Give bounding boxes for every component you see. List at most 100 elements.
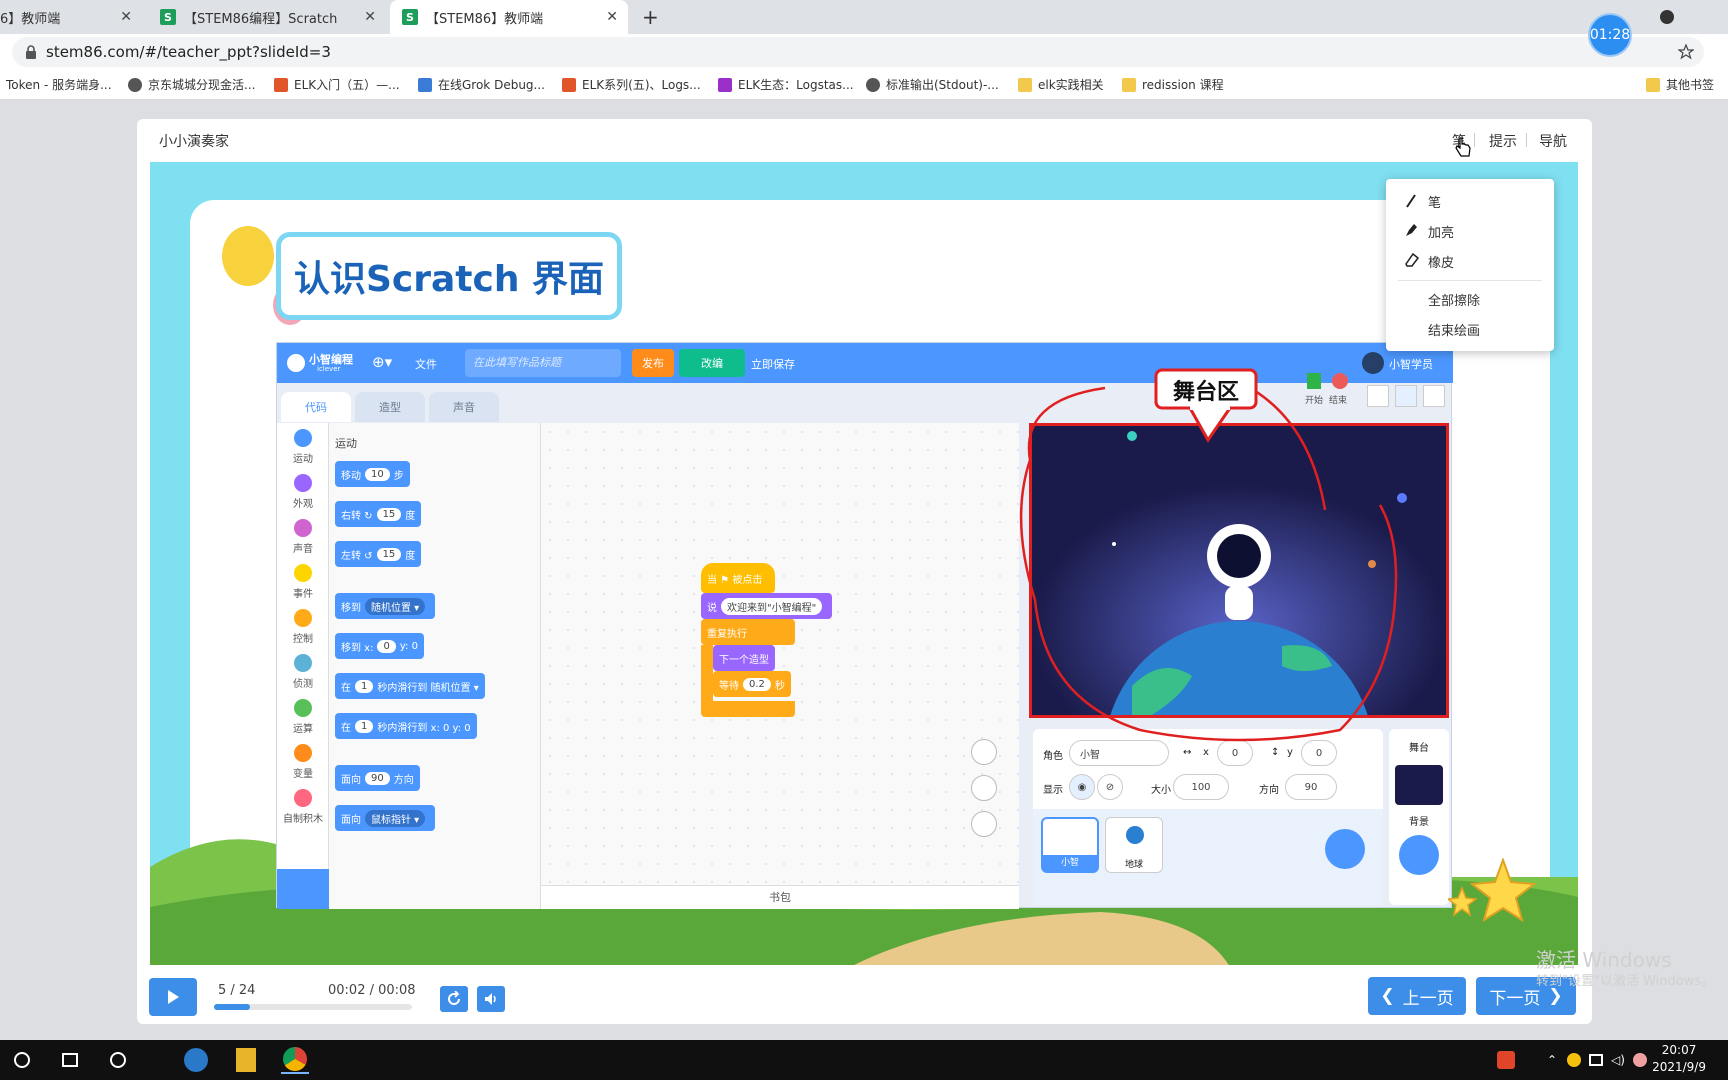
task-view-icon <box>62 1053 78 1067</box>
taskbar: ⌃ ◁) 20:07 2021/9/9 <box>0 1040 1728 1080</box>
replay-icon <box>448 991 460 1005</box>
bookmark-label: ELK入门（五）—... <box>294 78 400 92</box>
app-button[interactable] <box>182 1046 210 1074</box>
start-button[interactable] <box>8 1046 36 1074</box>
bookmark-label: Token - 服务端身... <box>6 78 112 92</box>
category-label: 变量 <box>293 769 313 780</box>
scratch-brand-sub: iclever <box>317 365 341 373</box>
category-label: 侦测 <box>293 679 313 690</box>
bookmark-folder[interactable]: elk实践相关 <box>1018 76 1104 93</box>
menu-item-end-drawing[interactable]: 结束绘画 <box>1428 320 1480 339</box>
bookmark-item[interactable]: ELK系列(五)、Logs... <box>562 76 701 93</box>
star-icon[interactable] <box>1678 44 1694 60</box>
block-text: 移到 x: <box>341 642 374 654</box>
block-text: 秒内滑行到 x: 0 y: 0 <box>377 722 471 734</box>
motion-block: 面向 90 方向 <box>335 765 420 791</box>
forever-block-arm <box>701 645 713 701</box>
block-text: 秒内滑行到 随机位置 ▾ <box>377 682 479 694</box>
zoom-reset-icon <box>971 811 997 837</box>
browser-app-icon <box>184 1048 208 1072</box>
divider <box>1526 133 1527 147</box>
bookmark-item[interactable]: Token - 服务端身... <box>6 76 112 93</box>
menu-item-pen[interactable]: 笔 <box>1428 192 1441 211</box>
task-view-button[interactable] <box>56 1046 84 1074</box>
block-text: 度 <box>405 550 416 562</box>
bookmarks-bar: Token - 服务端身... 京东城城分现金活... ELK入门（五）—...… <box>0 70 1728 100</box>
close-icon[interactable]: ✕ <box>120 9 132 25</box>
bookmark-folder[interactable]: redission 课程 <box>1122 76 1224 93</box>
globe-icon <box>866 77 880 92</box>
backdrop-label: 背景 <box>1409 817 1429 828</box>
motion-block: 移动 10 步 <box>335 461 410 487</box>
x-axis-icon: ↔ <box>1183 747 1192 758</box>
say-block: 说欢迎来到"小智编程" <box>701 593 833 619</box>
page-counter: 5 / 24 <box>218 983 256 998</box>
sprite-x-field: 0 <box>1217 740 1253 766</box>
close-icon[interactable]: ✕ <box>606 9 618 25</box>
folder-icon <box>1646 77 1660 92</box>
scratch-publish-button: 发布 <box>632 349 674 377</box>
scratch-tabs: 代码 造型 声音 <box>277 383 537 423</box>
taskbar-clock[interactable]: 20:07 2021/9/9 <box>1652 1042 1706 1076</box>
stop-label: 结束 <box>1329 396 1348 406</box>
progress-bar[interactable] <box>214 1004 412 1010</box>
menu-item-eraser[interactable]: 橡皮 <box>1428 252 1454 271</box>
tray-app-button[interactable] <box>1492 1046 1520 1074</box>
browser-tab-2[interactable]: S 【STEM86编程】Scratch ✕ <box>160 0 386 34</box>
bookmark-item[interactable]: 京东城城分现金活... <box>128 76 255 93</box>
bookmark-item[interactable]: ELK入门（五）—... <box>274 76 400 93</box>
category-dot <box>294 474 312 492</box>
chevron-right-icon: ❯ <box>1548 986 1563 1006</box>
replay-button[interactable] <box>440 986 468 1012</box>
lock-icon <box>26 45 36 59</box>
stem86-favicon-icon: S <box>160 9 176 25</box>
ime-button[interactable] <box>1626 1046 1654 1074</box>
motion-block: 移到 随机位置 ▾ <box>335 593 436 619</box>
menu-divider <box>1398 280 1542 281</box>
divider <box>1474 133 1475 147</box>
close-icon[interactable]: ✕ <box>364 9 376 25</box>
hide-eye-icon: ⊘ <box>1097 774 1123 800</box>
green-flag-icon <box>1307 373 1321 389</box>
scratch-adapt-button: 改编 <box>679 349 745 377</box>
stage-scene <box>1032 426 1446 715</box>
volume-button[interactable] <box>477 986 505 1012</box>
ime-icon <box>1633 1053 1647 1067</box>
menu-item-highlight[interactable]: 加亮 <box>1428 222 1454 241</box>
new-tab-button[interactable]: + <box>642 5 659 29</box>
sprite-y-field: 0 <box>1301 740 1337 766</box>
search-button[interactable] <box>104 1046 132 1074</box>
highlighter-icon <box>1406 224 1417 236</box>
app-button[interactable] <box>281 1046 309 1074</box>
tab-search-icon[interactable] <box>1660 10 1674 24</box>
app-button[interactable] <box>232 1046 260 1074</box>
stem86-favicon-icon: S <box>402 9 418 25</box>
sprite-info-panel: 角色 小智 ↔ x 0 ↕ y 0 显示 ◉ ⊘ 大小 100 方向 90 小智… <box>1033 729 1383 905</box>
category-events: 事件 <box>277 564 329 600</box>
menu-item-clear-all[interactable]: 全部擦除 <box>1428 290 1480 309</box>
block-input: 1 <box>355 679 374 693</box>
browser-tab-1[interactable]: 6】教师端 ✕ <box>0 0 142 34</box>
browser-tab-3[interactable]: S 【STEM86】教师端 ✕ <box>390 0 628 34</box>
navigation-nav-button[interactable]: 导航 <box>1539 131 1567 151</box>
other-bookmarks[interactable]: 其他书签 <box>1646 76 1714 93</box>
address-bar[interactable]: stem86.com/#/teacher_ppt?slideId=3 <box>12 37 1704 67</box>
bookmark-item[interactable]: 在线Grok Debug... <box>418 76 545 93</box>
block-text: 度 <box>405 510 416 522</box>
bookmark-item[interactable]: 标准输出(Stdout)-... <box>866 76 999 93</box>
previous-page-button[interactable]: ❮ 上一页 <box>1368 977 1466 1015</box>
play-button[interactable] <box>149 978 197 1016</box>
zoom-out-icon <box>971 775 997 801</box>
timer-badge[interactable]: 01:28 <box>1588 13 1632 57</box>
speaker-icon: ◁) <box>1611 1053 1625 1067</box>
hint-nav-button[interactable]: 提示 <box>1489 131 1517 151</box>
motion-block: 面向 鼠标指针 ▾ <box>335 805 436 831</box>
activation-watermark: 激活 Windows <box>1536 948 1672 972</box>
next-label: 下一页 <box>1489 988 1541 1009</box>
activation-watermark-sub: 转到"设置"以激活 Windows。 <box>1536 974 1715 989</box>
network-icon <box>1589 1054 1603 1066</box>
block-text: 移动 <box>341 470 361 482</box>
scratch-tab-code: 代码 <box>281 392 351 422</box>
block-text: 左转 ↺ <box>341 550 373 562</box>
bookmark-item[interactable]: ELK生态：Logstas... <box>718 76 854 93</box>
